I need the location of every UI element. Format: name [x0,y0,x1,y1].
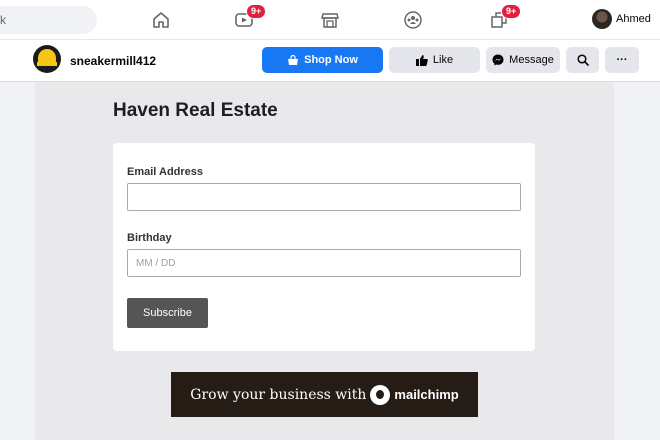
like-label: Like [432,54,454,66]
message-button[interactable]: Message [486,47,560,73]
mailchimp-logo-icon [370,384,391,405]
page-name[interactable]: sneakermill412 [70,54,156,68]
subscribe-button[interactable]: Subscribe [127,298,208,328]
message-label: Message [509,54,554,66]
more-options-button[interactable]: ··· [605,47,639,73]
birthday-field[interactable] [127,249,521,277]
shop-bag-icon [288,54,299,65]
search-icon [576,54,589,66]
profile-shortcut[interactable]: Ahmed [592,9,651,29]
logo-sun-shape [38,49,56,63]
messenger-icon [492,54,504,66]
email-label: Email Address [127,166,204,178]
mailchimp-banner[interactable]: Grow your business with mailchimp [171,372,478,417]
signup-form-card: Email Address Birthday Subscribe [113,143,535,351]
profile-name: Ahmed [616,13,651,25]
search-input[interactable]: k [0,6,97,34]
top-navigation: k 9+ 9+ Ahmed [0,0,660,40]
groups-icon[interactable] [402,9,424,31]
shop-now-button[interactable]: Shop Now [262,47,383,73]
logo-strip-shape [37,62,57,66]
like-button[interactable]: Like [389,47,480,73]
shop-now-label: Shop Now [304,54,358,66]
marketplace-icon[interactable] [319,9,341,31]
thumbs-up-icon [415,54,428,66]
more-options-label: ··· [616,54,628,66]
gaming-pages-icon[interactable]: 9+ [488,4,522,31]
mailchimp-brand: mailchimp [394,387,459,402]
video-notification-badge: 9+ [246,4,267,19]
mailchimp-banner-text: Grow your business with [190,386,367,403]
home-icon[interactable] [150,9,172,31]
page-avatar[interactable] [33,45,61,73]
page-header-bar: sneakermill412 Shop Now Like Message ··· [0,40,660,82]
watch-video-icon[interactable]: 9+ [233,4,267,31]
profile-avatar [592,9,612,29]
pages-notification-badge: 9+ [501,4,522,19]
email-field[interactable] [127,183,521,211]
search-page-button[interactable] [566,47,599,73]
birthday-label: Birthday [127,232,172,244]
form-title: Haven Real Estate [113,100,278,121]
